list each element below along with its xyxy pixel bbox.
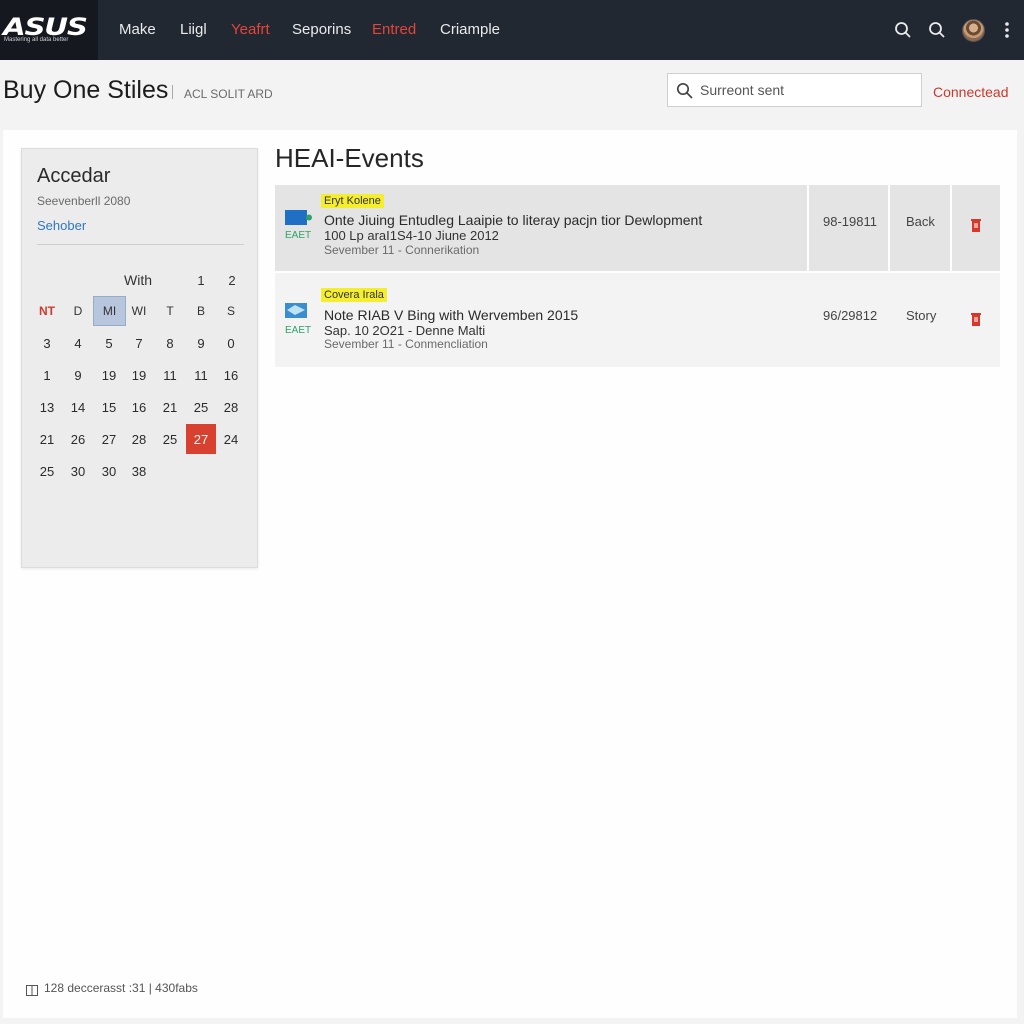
event-subtitle: Sap. 10 2O21 - Denne Malti	[324, 323, 486, 338]
event-meta: Sevember 11 - Connerikation	[324, 243, 480, 257]
calendar-day[interactable]: 19	[124, 360, 154, 390]
calendar-day[interactable]: 15	[94, 392, 124, 422]
event-main-cell: Eryt Kolene EAET Onte Jiuing Entudleg La…	[275, 185, 807, 271]
calendar-day[interactable]: 0	[216, 328, 246, 358]
page-title: Buy One Stiles	[3, 76, 169, 104]
calendar-day[interactable]: 2	[219, 273, 245, 288]
weekday-label: S	[226, 304, 235, 318]
calendar-day[interactable]: 13	[32, 392, 62, 422]
trash-icon[interactable]	[971, 312, 981, 331]
calendar-day[interactable]: 28	[216, 392, 246, 422]
calendar-date: Seevenberll 2080	[37, 194, 131, 208]
weekday-label: NT	[39, 304, 55, 318]
event-title[interactable]: Note RIAB V Bing with Wervemben 2015	[324, 307, 578, 323]
top-nav-bar: ASUS Mastering all data better Make Liig…	[0, 0, 1024, 60]
event-date: 98-19811	[823, 214, 877, 229]
calendar-day[interactable]: 3	[32, 328, 62, 358]
event-action-button[interactable]: Back	[906, 214, 935, 229]
nav-item-make[interactable]: Make	[119, 21, 156, 38]
logo-tagline: Mastering all data better	[4, 37, 69, 43]
events-heading: HEAI-Events	[275, 143, 424, 173]
calendar-day[interactable]: 1	[188, 273, 214, 288]
connection-status-link[interactable]: Connectead	[933, 84, 1009, 100]
avatar[interactable]	[962, 19, 985, 42]
calendar-day-today[interactable]: 27	[186, 424, 216, 454]
event-type-icon	[285, 209, 312, 226]
weekday-label-selected[interactable]: MI	[93, 296, 126, 326]
calendar-day[interactable]: 11	[155, 360, 185, 390]
weekday-label: T	[166, 304, 174, 318]
weekday-label: WI	[131, 304, 147, 318]
event-row[interactable]: Eryt Kolene EAET Onte Jiuing Entudleg La…	[275, 185, 1000, 271]
calendar-day[interactable]: 19	[94, 360, 124, 390]
calendar-day[interactable]: 9	[186, 328, 216, 358]
footer-status-text: 128 deccerasst :31 | 430fabs	[44, 981, 198, 995]
calendar-divider	[37, 244, 244, 245]
calendar-link[interactable]: Sehober	[37, 218, 86, 233]
calendar-title: Accedar	[37, 165, 111, 187]
calendar-day[interactable]: 16	[216, 360, 246, 390]
calendar-day[interactable]: 24	[216, 424, 246, 454]
calendar-day[interactable]: 7	[124, 328, 154, 358]
calendar-day[interactable]: 8	[155, 328, 185, 358]
weekday-label: B	[196, 304, 205, 318]
footer-book-icon	[26, 983, 38, 996]
nav-item-seporins[interactable]: Seporins	[292, 21, 351, 38]
event-delete-cell	[952, 185, 1000, 271]
calendar-day[interactable]: 27	[94, 424, 124, 454]
calendar-day[interactable]: 30	[63, 456, 93, 486]
event-action-cell: Back	[890, 185, 950, 271]
event-date: 96/29812	[823, 308, 878, 323]
event-tag: Covera Irala	[321, 288, 387, 302]
event-action-button[interactable]: Story	[906, 308, 936, 323]
nav-item-liigl[interactable]: Liigl	[180, 21, 207, 38]
nav-item-criample[interactable]: Criample	[440, 21, 500, 38]
calendar-day[interactable]: 25	[32, 456, 62, 486]
weekday-label: D	[73, 304, 83, 318]
calendar-day[interactable]: 38	[124, 456, 154, 486]
event-icon-label: EAET	[285, 230, 312, 241]
calendar-day[interactable]: 14	[63, 392, 93, 422]
search-box[interactable]	[667, 73, 922, 107]
calendar-day[interactable]: 28	[124, 424, 154, 454]
event-meta: Sevember 11 - Conmencliation	[324, 337, 488, 351]
event-row[interactable]: Covera Irala EAET Note RIAB V Bing with …	[275, 273, 1000, 367]
event-tag: Eryt Kolene	[321, 194, 384, 208]
event-subtitle: 100 Lp araI1S4-10 Jiune 2012	[324, 228, 499, 243]
calendar-card: Accedar Seevenberll 2080 Sehober With 1 …	[21, 148, 258, 568]
calendar-day[interactable]: 4	[63, 328, 93, 358]
page-subtitle: ACL SOLIT ARD	[184, 87, 273, 101]
search-icon	[676, 82, 694, 100]
calendar-day[interactable]: 30	[94, 456, 124, 486]
calendar-day[interactable]: 21	[32, 424, 62, 454]
more-vertical-icon[interactable]	[996, 19, 1018, 41]
calendar-day[interactable]: 25	[186, 392, 216, 422]
calendar-day[interactable]: 16	[124, 392, 154, 422]
nav-item-yeafrt[interactable]: Yeafrt	[231, 21, 270, 38]
event-type-icon	[285, 302, 309, 320]
calendar-day[interactable]: 25	[155, 424, 185, 454]
calendar-day[interactable]: 21	[155, 392, 185, 422]
event-icon-label: EAET	[285, 325, 312, 336]
brand-logo[interactable]: ASUS Mastering all data better	[0, 0, 98, 60]
search-icon[interactable]	[926, 19, 948, 41]
calendar-day[interactable]: 11	[186, 360, 216, 390]
calendar-day[interactable]: 5	[94, 328, 124, 358]
calendar-day[interactable]: 9	[63, 360, 93, 390]
calendar-day[interactable]: 26	[63, 424, 93, 454]
title-divider	[172, 85, 173, 99]
event-date-cell: 98-19811	[809, 185, 888, 271]
search-icon[interactable]	[892, 19, 914, 41]
trash-icon[interactable]	[971, 218, 981, 237]
calendar-week-label: With	[124, 272, 152, 288]
nav-item-entred[interactable]: Entred	[372, 21, 416, 38]
event-title[interactable]: Onte Jiuing Entudleg Laaipie to literay …	[324, 212, 702, 228]
calendar-day[interactable]: 1	[32, 360, 62, 390]
search-input[interactable]	[700, 75, 915, 105]
